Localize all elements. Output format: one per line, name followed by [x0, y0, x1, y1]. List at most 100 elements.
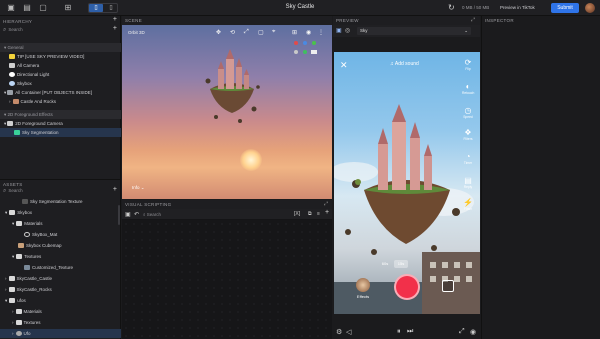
orientation-gizmo[interactable]	[290, 38, 320, 58]
more-icon[interactable]: ⋮	[318, 29, 324, 36]
reply-button[interactable]: ▤ Reply	[462, 176, 474, 189]
duration-option-selected[interactable]: 15s	[394, 260, 408, 268]
vs-search[interactable]: ⌕ Search	[143, 212, 161, 217]
asset-folder[interactable]: › SkyCastle_Rocks	[0, 285, 121, 294]
speed-button[interactable]: ◷ Speed	[462, 106, 474, 119]
folder-icon	[16, 221, 23, 227]
preview-label: PREVIEW	[336, 18, 359, 23]
settings-icon[interactable]: ⚙	[336, 328, 342, 336]
tree-group-2d[interactable]: ▾ 2D Foreground Effects	[0, 110, 121, 119]
timer-button[interactable]: ◔ Timer	[462, 152, 474, 165]
inspector-panel: INSPECTOR	[481, 16, 600, 339]
close-icon[interactable]: ✕	[340, 60, 348, 71]
comment-icon[interactable]: ≡	[317, 211, 320, 217]
camera-mode[interactable]: Orbit 3D	[128, 30, 145, 35]
duration-option[interactable]: 60s	[378, 260, 392, 268]
folder-icon	[15, 309, 22, 315]
pause-icon[interactable]: ⏸	[397, 328, 401, 336]
refresh-icon[interactable]: ↻	[448, 3, 455, 12]
hierarchy-search-input[interactable]: Search	[8, 27, 22, 32]
asset-folder[interactable]: › Materials	[0, 307, 121, 316]
flip-button[interactable]: ⟳ Flip	[462, 58, 474, 71]
asset-item[interactable]: Customized_Texture	[0, 263, 121, 272]
add-icon[interactable]: +	[113, 25, 117, 32]
folder-icon	[9, 210, 16, 216]
asset-folder[interactable]: ▾ Skybox	[0, 208, 121, 217]
tree-item[interactable]: Skybox	[0, 79, 121, 88]
tree-item[interactable]: ▾ 2D Foreground Camera	[0, 119, 121, 128]
add-object-icon[interactable]: +	[113, 16, 117, 23]
video-source-icon[interactable]: ◎	[345, 27, 350, 34]
tree-item[interactable]: › Castle And Rocks	[0, 97, 121, 106]
sun-glow	[240, 149, 262, 171]
filters-button[interactable]: ❖ Filters	[462, 128, 474, 141]
tree-item-selected[interactable]: Sky Segmentation	[0, 128, 121, 137]
tree-item[interactable]: All Camera	[0, 61, 121, 70]
asset-folder[interactable]: ▾ Materials	[0, 219, 121, 228]
frame-icon[interactable]: [X]	[294, 211, 300, 217]
add-sound-button[interactable]: ♫ Add sound	[390, 61, 419, 67]
assets-scrollbar[interactable]	[118, 205, 120, 225]
move-tool-icon[interactable]: ✥	[216, 29, 221, 36]
preview-in-tiktok-button[interactable]: Preview in TikTok	[500, 5, 535, 10]
code-icon[interactable]: ⧉	[308, 211, 312, 217]
asset-item[interactable]: Sky Segmentation Texture	[0, 197, 121, 206]
tree-group-general[interactable]: ▾ General	[0, 43, 121, 52]
effects-icon[interactable]	[356, 278, 370, 292]
tree-item[interactable]: ▾ All Container [PUT OBJECTS INSIDE]	[0, 88, 121, 97]
upload-icon[interactable]	[442, 280, 454, 292]
rect-tool-icon[interactable]: ▢	[258, 29, 264, 36]
scene-viewport[interactable]: Orbit 3D ✥ ⟲ ⤢ ▢ ⌖ ⊞ ◉ ⋮ Info ⌄	[122, 25, 332, 199]
asset-folder[interactable]: › SkyCastle_Castle	[0, 274, 121, 283]
asset-folder[interactable]: ▾ ufos	[0, 296, 121, 305]
inspector-label: INSPECTOR	[485, 18, 514, 23]
preview-controls: ⚙ ◁ ⏸ ⏭ ⤢ ◉	[333, 326, 480, 339]
scale-tool-icon[interactable]: ⤢	[244, 29, 249, 36]
asset-folder[interactable]: ▾ Textures	[0, 252, 121, 261]
visual-scripting-canvas[interactable]	[122, 220, 332, 339]
add-asset-icon[interactable]: +	[113, 186, 117, 193]
scene-info-button[interactable]: Info ⌄	[132, 185, 145, 191]
rotate-tool-icon[interactable]: ⟲	[230, 29, 235, 36]
visual-scripting-header: VISUAL SCRIPTING ⤢	[122, 200, 332, 209]
avatar[interactable]	[585, 3, 595, 13]
folder-icon	[16, 254, 23, 260]
preview-source-select[interactable]: Sky ⌄	[357, 27, 471, 35]
assets-search[interactable]: ⌕ Search	[3, 188, 23, 197]
graph-icon[interactable]: ▣	[125, 211, 131, 218]
asset-folder[interactable]: › Textures	[0, 318, 121, 327]
expand-icon[interactable]: ⤢	[471, 17, 475, 23]
hierarchy-panel: HIERARCHY + ⌕ Search + ▾ General TIP [USE…	[0, 16, 121, 179]
tree-item[interactable]: TIP [USE SKY PREVIEW VIDEO]	[0, 52, 121, 61]
flip-icon: ⟳	[464, 58, 472, 67]
folder-icon	[8, 287, 15, 293]
assets-search-input[interactable]: Search	[8, 188, 22, 193]
asset-item[interactable]: Skybox Cubemap	[0, 241, 121, 250]
pivot-icon[interactable]: ⌖	[272, 29, 275, 36]
material-icon	[24, 232, 30, 238]
add-node-icon[interactable]: +	[325, 209, 329, 216]
submit-button[interactable]: Submit	[551, 3, 579, 13]
capture-icon[interactable]: ◉	[470, 328, 476, 336]
tree-item[interactable]: Directional Light	[0, 70, 121, 79]
record-button[interactable]	[394, 274, 420, 300]
mute-icon[interactable]: ◁	[346, 328, 351, 336]
phone-preview[interactable]: ✕ ♫ Add sound ⟳ Flip ◐ Retouch ◷ Speed ❖ Fil…	[334, 52, 480, 314]
cubemap-icon	[18, 243, 24, 249]
retouch-button[interactable]: ◐ Retouch	[462, 82, 474, 95]
fullscreen-icon[interactable]: ⤢	[459, 328, 465, 336]
step-forward-icon[interactable]: ⏭	[407, 328, 413, 336]
flash-button[interactable]: ⚡ Flash	[462, 198, 474, 211]
expand-icon[interactable]: ⤢	[324, 201, 328, 207]
hierarchy-label: HIERARCHY	[3, 19, 33, 24]
castle-model[interactable]	[202, 47, 262, 127]
asset-item[interactable]: SkyBox_Mat	[0, 230, 121, 239]
undo-icon[interactable]: ↶	[134, 211, 139, 218]
camera-icon[interactable]: ◉	[306, 29, 311, 36]
hierarchy-search[interactable]: ⌕ Search	[3, 27, 23, 36]
camera-source-icon[interactable]: ▣	[336, 27, 342, 34]
texture-icon	[22, 199, 28, 205]
asset-item-selected[interactable]: › Ufo	[0, 329, 121, 338]
ufo-icon	[15, 331, 22, 337]
grid-toggle-icon[interactable]: ⊞	[292, 29, 297, 36]
